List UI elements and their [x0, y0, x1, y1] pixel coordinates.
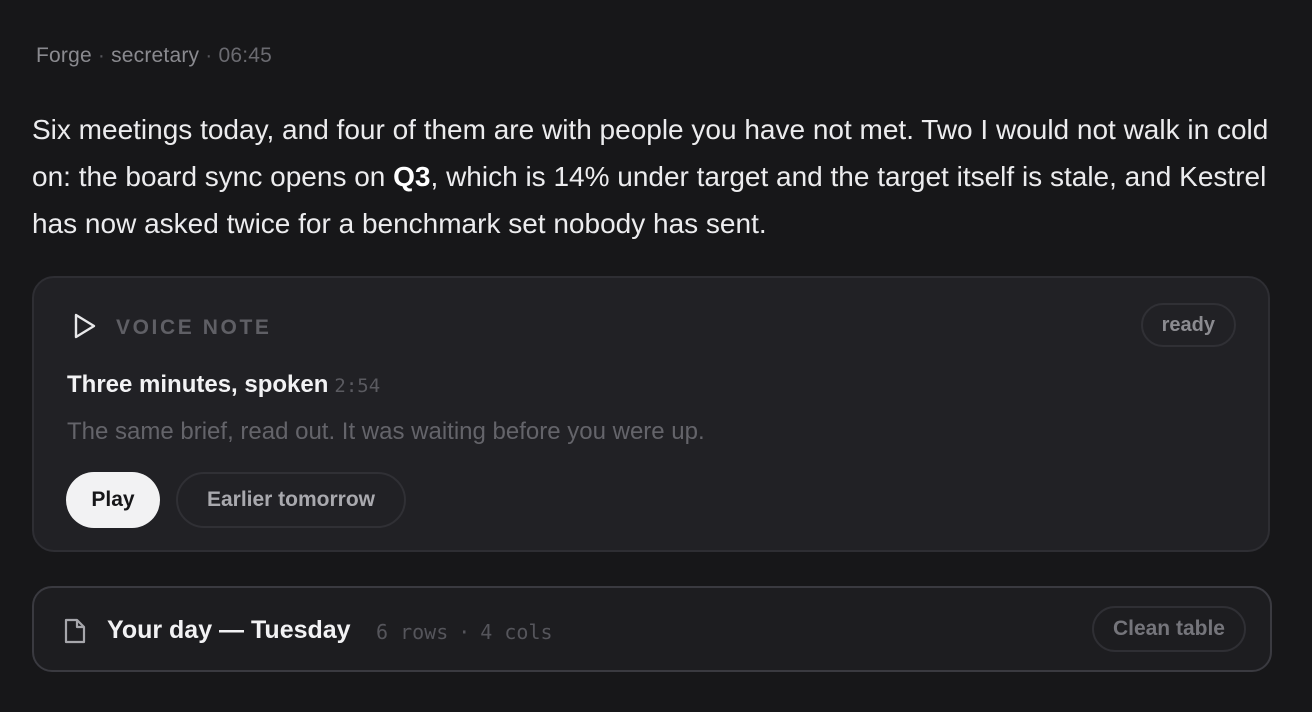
play-icon[interactable]: [72, 312, 98, 340]
voice-note-title: Three minutes, spoken 2:54: [67, 371, 380, 399]
table-title: Your day — Tuesday: [107, 616, 351, 644]
agent-role: secretary: [111, 44, 200, 67]
table-cols: 4 cols: [480, 620, 553, 644]
earlier-tomorrow-button[interactable]: Earlier tomorrow: [176, 472, 406, 528]
voice-note-subtitle: The same brief, read out. It was waiting…: [67, 418, 705, 445]
clean-table-button[interactable]: Clean table: [1091, 606, 1246, 652]
voice-note-label: VOICE NOTE: [116, 316, 272, 339]
agent-name: Forge: [36, 44, 92, 67]
message-time: 06:45: [218, 44, 272, 67]
voice-note-title-text: Three minutes, spoken: [67, 371, 329, 398]
table-meta-separator: ·: [458, 620, 471, 644]
message-emphasis: Q3: [393, 161, 431, 192]
message-meta: Forge · secretary · 06:45: [36, 44, 272, 68]
voice-note-duration: 2:54: [334, 375, 381, 397]
play-button[interactable]: Play: [66, 472, 160, 528]
document-icon: [64, 618, 86, 644]
message-text: Six meetings today, and four of them are…: [32, 106, 1272, 247]
meta-separator: ·: [97, 44, 106, 67]
table-attachment-card[interactable]: Your day — Tuesday 6 rows · 4 cols Clean t…: [32, 586, 1272, 672]
meta-separator: ·: [205, 44, 213, 67]
table-rows: 6 rows: [376, 620, 449, 644]
status-badge: ready: [1140, 303, 1236, 347]
table-dimensions: 6 rows · 4 cols: [376, 620, 553, 644]
voice-note-card: VOICE NOTE ready Three minutes, spoken 2:…: [32, 276, 1270, 552]
